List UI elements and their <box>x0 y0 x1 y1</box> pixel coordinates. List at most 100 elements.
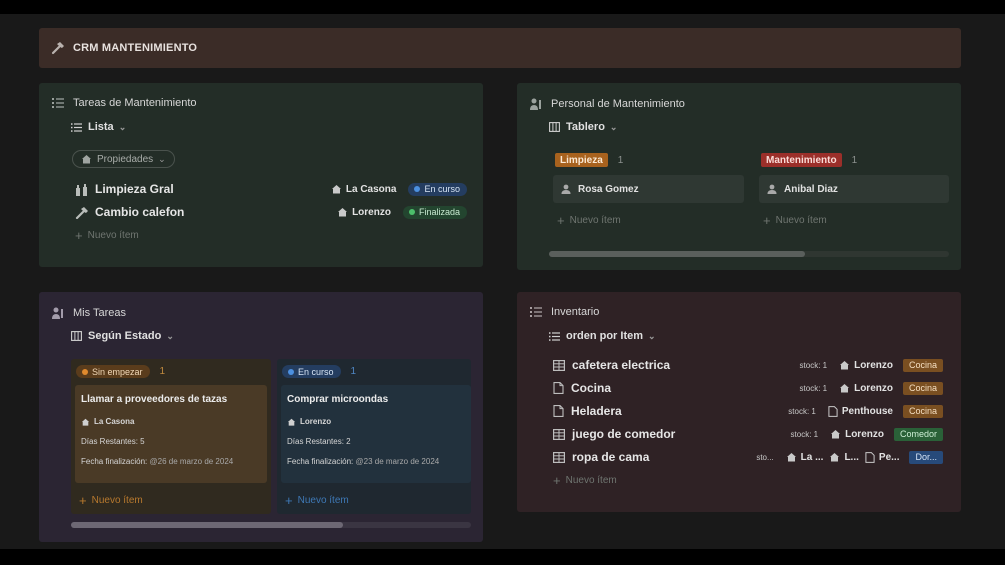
house-icon <box>830 429 841 439</box>
kanban-new-item-button[interactable]: + Nuevo ítem <box>79 493 143 508</box>
category-tag: Cocina <box>902 358 943 372</box>
page-icon <box>865 451 875 463</box>
category-tag: Dor... <box>909 450 943 464</box>
house-icon <box>786 452 797 462</box>
board-icon <box>549 122 560 132</box>
page-icon <box>828 405 838 417</box>
properties-filter[interactable]: Propiedades ⌄ <box>72 150 175 168</box>
kanban-new-item-button[interactable]: + Nuevo ítem <box>285 493 349 508</box>
status-badge: Finalizada <box>402 205 467 219</box>
page-icon <box>553 382 564 394</box>
inventory-row[interactable]: juego de comedor stock: 1 Lorenzo Comedo… <box>553 424 943 444</box>
inventario-title[interactable]: Inventario <box>529 306 599 318</box>
tareas-view-selector[interactable]: Lista ⌄ <box>71 121 126 133</box>
page-title: CRM MANTENIMIENTO <box>73 42 198 54</box>
scrollbar-thumb[interactable] <box>71 522 343 528</box>
worker-icon <box>51 306 65 320</box>
house-icon <box>839 383 850 393</box>
status-badge: Sin empezar <box>76 365 150 378</box>
plus-icon: + <box>79 493 87 508</box>
table-icon <box>553 451 565 463</box>
task-card-title: Llamar a proveedores de tazas <box>81 394 228 405</box>
personal-new-item-button[interactable]: + Nuevo ítem <box>557 213 621 228</box>
house-icon <box>331 184 342 194</box>
task-fecha: Fecha finalización: @23 de marzo de 2024 <box>287 457 440 466</box>
checklist-icon <box>529 306 543 318</box>
tareas-panel: Tareas de Mantenimiento Lista ⌄ Propieda… <box>39 83 483 267</box>
category-tag: Cocina <box>902 381 943 395</box>
horizontal-scrollbar[interactable] <box>71 522 471 528</box>
category-tag: Cocina <box>902 404 943 418</box>
mis-tareas-view-selector[interactable]: Según Estado ⌄ <box>71 330 174 342</box>
stock-label: stock: 1 <box>790 429 819 439</box>
task-card-title: Comprar microondas <box>287 394 389 405</box>
person-card[interactable]: Rosa Gomez <box>553 175 744 203</box>
house-icon <box>287 418 296 426</box>
category-tag: Comedor <box>893 427 943 441</box>
table-icon <box>553 428 565 440</box>
group-count: 1 <box>851 154 858 166</box>
task-card[interactable]: Llamar a proveedores de tazas La Casona … <box>75 385 267 483</box>
list-icon <box>71 122 82 132</box>
board-icon <box>71 331 82 341</box>
column-header: En curso 1 <box>282 365 356 378</box>
task-fecha: Fecha finalización: @26 de marzo de 2024 <box>81 457 234 466</box>
column-count: 1 <box>159 366 166 377</box>
status-badge: En curso <box>408 182 467 196</box>
personal-title[interactable]: Personal de Mantenimiento <box>529 97 685 111</box>
app-screen: CRM MANTENIMIENTO Tareas de Mantenimient… <box>0 14 1005 549</box>
list-icon <box>549 331 560 341</box>
task-location: La Casona <box>94 417 135 426</box>
inventario-new-item-button[interactable]: + Nuevo ítem <box>553 473 617 488</box>
scrollbar-thumb[interactable] <box>549 251 805 257</box>
inventario-view-selector[interactable]: orden por Item ⌄ <box>549 330 656 342</box>
house-icon <box>337 207 348 217</box>
task-location: Lorenzo <box>300 417 332 426</box>
inventory-row[interactable]: Heladera stock: 1 Penthouse Cocina <box>553 401 943 421</box>
inventory-row[interactable]: ropa de cama sto... La ... L... Pe... Do… <box>553 447 943 467</box>
house-icon <box>839 360 850 370</box>
personal-panel: Personal de Mantenimiento Tablero ⌄ Limp… <box>517 83 961 270</box>
page-icon <box>553 405 564 417</box>
group-count: 1 <box>617 154 624 166</box>
stock-label: stock: 1 <box>799 383 828 393</box>
table-icon <box>553 359 565 371</box>
inventory-row[interactable]: Cocina stock: 1 Lorenzo Cocina <box>553 378 943 398</box>
stock-label: sto... <box>756 452 774 462</box>
tarea-row[interactable]: Cambio calefon Lorenzo Finalizada <box>75 202 467 222</box>
house-icon <box>81 154 92 164</box>
stock-label: stock: 1 <box>788 406 816 416</box>
person-card[interactable]: Anibal Diaz <box>759 175 949 203</box>
column-header: Sin empezar 1 <box>76 365 165 378</box>
group-header-limpieza: Limpieza 1 <box>555 153 623 167</box>
kanban-column-sin-empezar: Sin empezar 1 Llamar a proveedores de ta… <box>71 359 271 514</box>
plus-icon: + <box>763 213 771 228</box>
plus-icon: + <box>553 473 561 488</box>
group-tag: Mantenimiento <box>761 153 842 167</box>
inventory-row[interactable]: cafetera electrica stock: 1 Lorenzo Coci… <box>553 355 943 375</box>
task-card[interactable]: Comprar microondas Lorenzo Días Restante… <box>281 385 471 483</box>
checklist-icon <box>51 97 65 109</box>
plus-icon: + <box>285 493 293 508</box>
kanban-column-en-curso: En curso 1 Comprar microondas Lorenzo Dí… <box>277 359 471 514</box>
group-tag: Limpieza <box>555 153 608 167</box>
stock-label: stock: 1 <box>799 360 828 370</box>
mis-tareas-panel: Mis Tareas Según Estado ⌄ Sin empezar 1 … <box>39 292 483 542</box>
tareas-new-item-button[interactable]: + Nuevo ítem <box>75 228 139 243</box>
spray-icon <box>75 183 89 196</box>
plus-icon: + <box>75 228 83 243</box>
personal-view-selector[interactable]: Tablero ⌄ <box>549 121 617 133</box>
page-header: CRM MANTENIMIENTO <box>39 28 961 68</box>
hammer-icon <box>75 206 89 219</box>
column-count: 1 <box>350 366 357 377</box>
horizontal-scrollbar[interactable] <box>549 251 949 257</box>
hammer-icon <box>51 41 65 55</box>
personal-new-item-button[interactable]: + Nuevo ítem <box>763 213 827 228</box>
tarea-row[interactable]: Limpieza Gral La Casona En curso <box>75 179 467 199</box>
house-icon <box>81 418 90 426</box>
tareas-title[interactable]: Tareas de Mantenimiento <box>51 97 197 109</box>
mis-tareas-title[interactable]: Mis Tareas <box>51 306 126 320</box>
worker-icon <box>529 97 543 111</box>
chevron-down-icon: ⌄ <box>648 330 656 341</box>
chevron-down-icon: ⌄ <box>158 153 166 164</box>
